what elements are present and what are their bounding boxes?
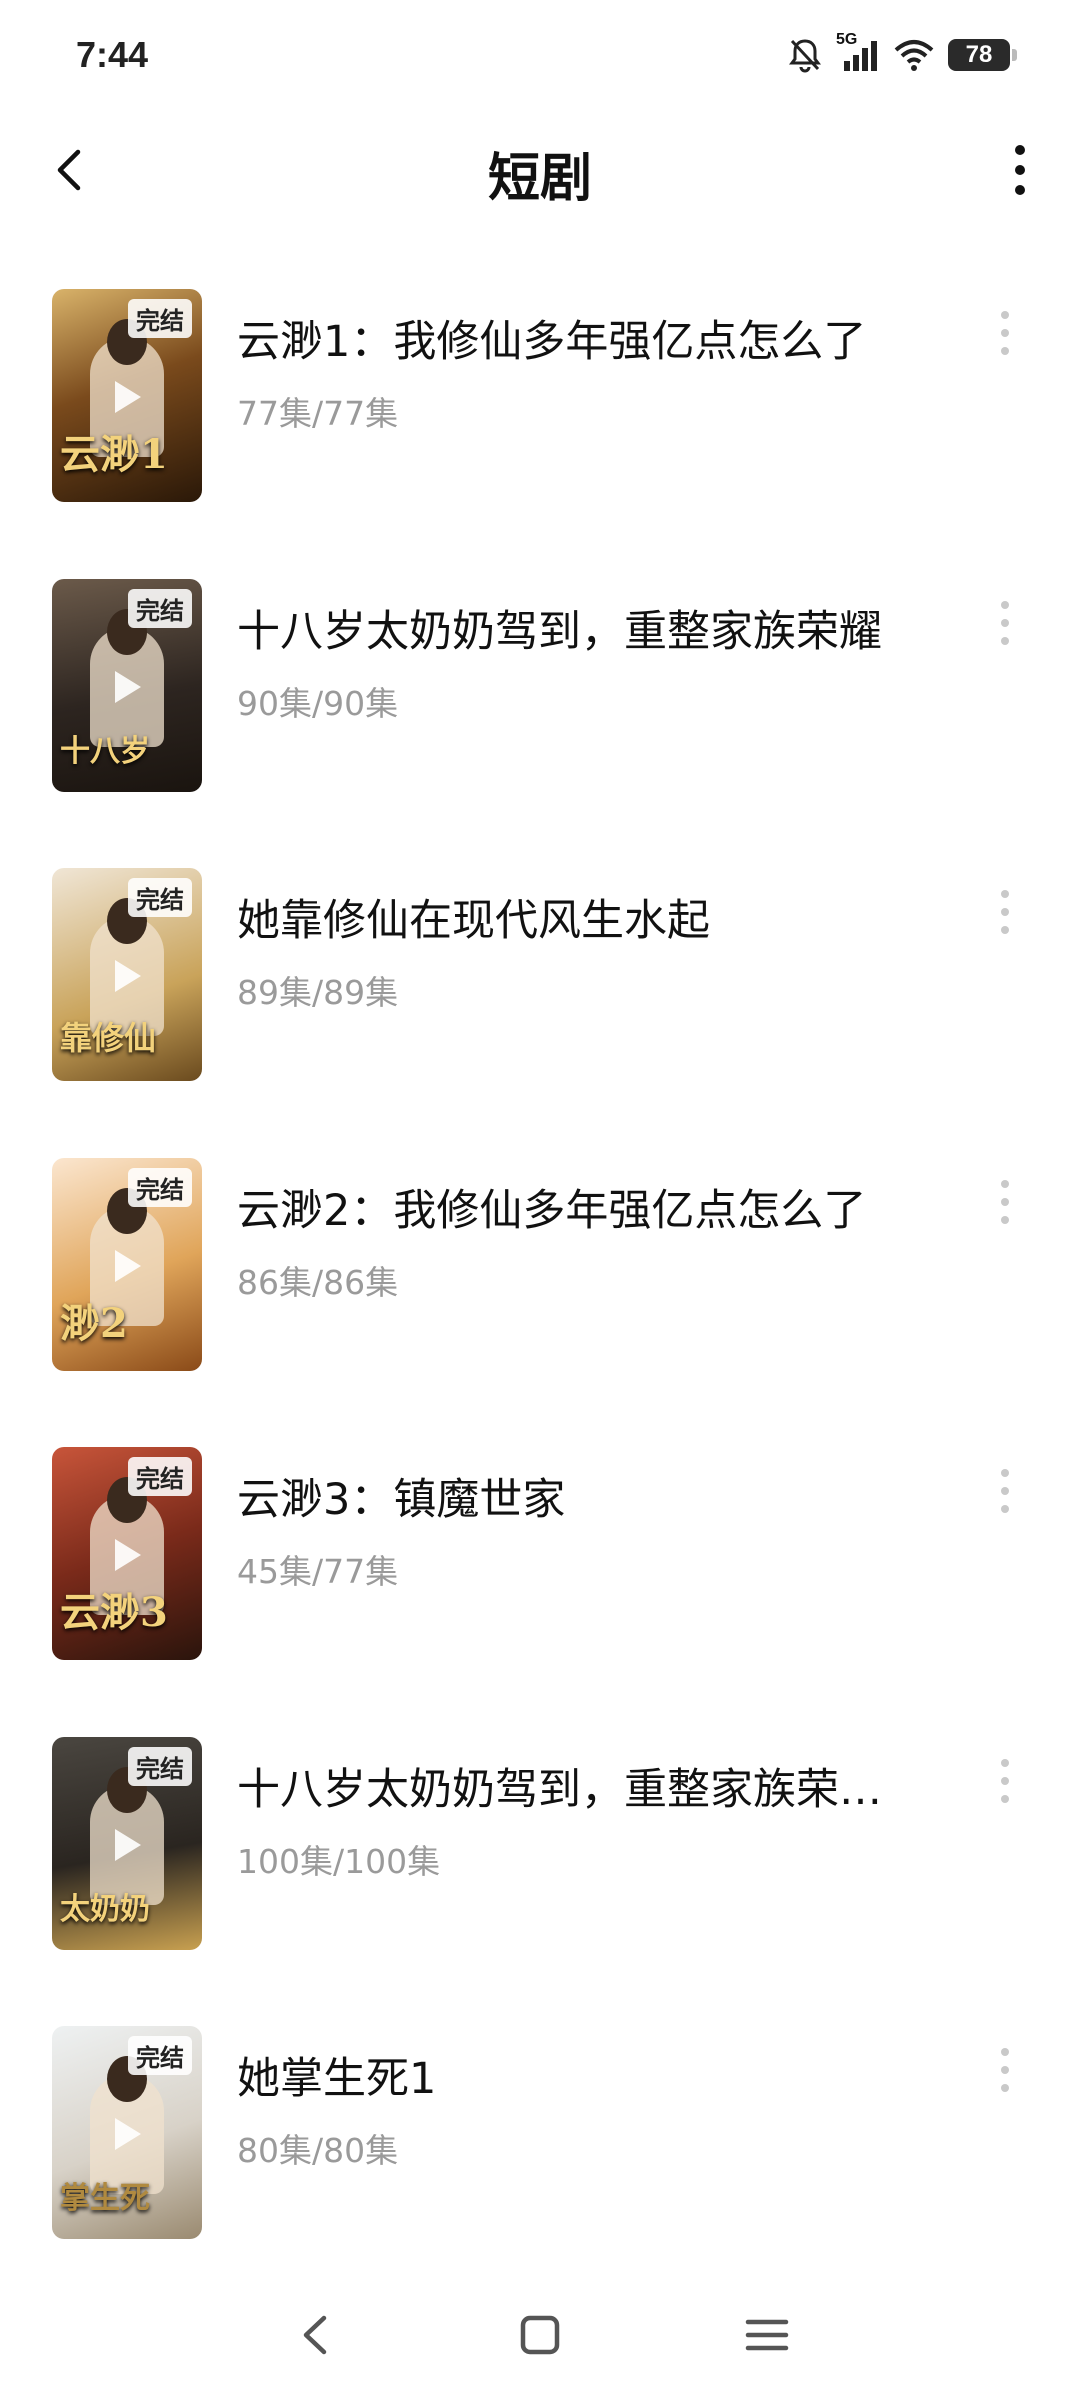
mute-bell-icon bbox=[789, 39, 821, 73]
list-item[interactable]: 掌生死 完结 她掌生死1 80集/80集 bbox=[0, 2022, 1080, 2312]
drama-title: 云渺2：我修仙多年强亿点怎么了 bbox=[237, 1185, 867, 1236]
status-time: 7:44 bbox=[76, 34, 149, 75]
system-nav-bar bbox=[0, 2270, 1080, 2400]
drama-list: 云渺1 完结 云渺1：我修仙多年强亿点怎么了 77集/77集 十八岁 完结 十八… bbox=[0, 285, 1080, 2312]
drama-thumbnail[interactable]: 掌生死 完结 bbox=[52, 2026, 202, 2239]
poster-title-art: 渺2 bbox=[60, 1299, 128, 1347]
status-badge: 完结 bbox=[128, 1167, 192, 1207]
play-icon bbox=[115, 1539, 141, 1571]
poster-title-art: 太奶奶 bbox=[60, 1891, 150, 1927]
play-icon bbox=[115, 670, 141, 703]
drama-thumbnail[interactable]: 渺2 完结 bbox=[52, 1157, 202, 1371]
list-item[interactable]: 渺2 完结 云渺2：我修仙多年强亿点怎么了 86集/86集 bbox=[0, 1154, 1080, 1444]
drama-title: 云渺1：我修仙多年强亿点怎么了 bbox=[237, 317, 867, 367]
status-bar: 7:44 5G 78 bbox=[0, 0, 1080, 110]
status-badge: 完结 bbox=[128, 299, 192, 338]
drama-title: 十八岁太奶奶驾到，重整家族荣耀 bbox=[237, 606, 882, 657]
poster-title-art: 云渺3 bbox=[60, 1589, 168, 1636]
status-badge: 完结 bbox=[128, 878, 192, 917]
drama-thumbnail[interactable]: 靠修仙 完结 bbox=[52, 868, 202, 1081]
drama-title: 她掌生死1 bbox=[237, 2054, 437, 2104]
drama-thumbnail[interactable]: 云渺1 完结 bbox=[52, 289, 202, 502]
poster-title-art: 十八岁 bbox=[60, 733, 150, 769]
nav-home-icon[interactable] bbox=[505, 2300, 575, 2370]
drama-thumbnail[interactable]: 云渺3 完结 bbox=[52, 1447, 202, 1660]
drama-title: 她靠修仙在现代风生水起 bbox=[237, 896, 710, 946]
status-badge: 完结 bbox=[128, 2036, 192, 2075]
drama-title: 十八岁太奶奶驾到，重整家族荣… bbox=[237, 1764, 882, 1815]
episode-count: 90集/90集 bbox=[237, 683, 399, 723]
poster-title-art: 掌生死 bbox=[60, 2181, 150, 2216]
episode-count: 100集/100集 bbox=[237, 1841, 441, 1881]
item-more-icon[interactable] bbox=[995, 890, 1015, 934]
item-more-icon[interactable] bbox=[995, 311, 1015, 355]
poster-title-art: 云渺1 bbox=[60, 431, 168, 478]
signal-5g-icon: 5G bbox=[836, 31, 880, 73]
episode-count: 89集/89集 bbox=[237, 973, 399, 1012]
drama-thumbnail[interactable]: 太奶奶 完结 bbox=[52, 1736, 202, 1950]
app-bar: 短剧 bbox=[0, 110, 1080, 230]
episode-count: 45集/77集 bbox=[237, 1552, 399, 1591]
list-item[interactable]: 云渺1 完结 云渺1：我修仙多年强亿点怎么了 77集/77集 bbox=[0, 285, 1080, 575]
list-item[interactable]: 云渺3 完结 云渺3：镇魔世家 45集/77集 bbox=[0, 1443, 1080, 1733]
episode-count: 86集/86集 bbox=[237, 1262, 399, 1302]
page-title: 短剧 bbox=[487, 149, 592, 209]
poster-title-art: 靠修仙 bbox=[60, 1019, 157, 1057]
status-badge: 完结 bbox=[128, 1746, 192, 1786]
more-options-icon[interactable] bbox=[990, 140, 1050, 200]
wifi-icon bbox=[894, 40, 934, 71]
nav-back-icon[interactable] bbox=[280, 2300, 350, 2370]
drama-title: 云渺3：镇魔世家 bbox=[237, 1475, 566, 1525]
play-icon bbox=[115, 1249, 141, 1282]
list-item[interactable]: 太奶奶 完结 十八岁太奶奶驾到，重整家族荣… 100集/100集 bbox=[0, 1733, 1080, 2023]
list-item[interactable]: 靠修仙 完结 她靠修仙在现代风生水起 89集/89集 bbox=[0, 864, 1080, 1154]
play-icon bbox=[115, 381, 141, 413]
item-more-icon[interactable] bbox=[995, 600, 1015, 645]
item-more-icon[interactable] bbox=[995, 1179, 1015, 1224]
item-more-icon[interactable] bbox=[995, 1469, 1015, 1513]
battery-icon: 78 bbox=[948, 39, 1017, 71]
item-more-icon[interactable] bbox=[995, 2048, 1015, 2092]
episode-count: 80集/80集 bbox=[237, 2131, 399, 2170]
play-icon bbox=[115, 1828, 141, 1861]
status-icons: 5G 78 bbox=[788, 30, 1017, 80]
episode-count: 77集/77集 bbox=[237, 394, 399, 433]
play-icon bbox=[115, 2118, 141, 2150]
play-icon bbox=[115, 960, 141, 992]
status-badge: 完结 bbox=[128, 1457, 192, 1496]
list-item[interactable]: 十八岁 完结 十八岁太奶奶驾到，重整家族荣耀 90集/90集 bbox=[0, 575, 1080, 865]
item-more-icon[interactable] bbox=[995, 1758, 1015, 1803]
drama-thumbnail[interactable]: 十八岁 完结 bbox=[52, 578, 202, 792]
nav-recents-icon[interactable] bbox=[732, 2300, 802, 2370]
status-badge: 完结 bbox=[128, 588, 192, 628]
